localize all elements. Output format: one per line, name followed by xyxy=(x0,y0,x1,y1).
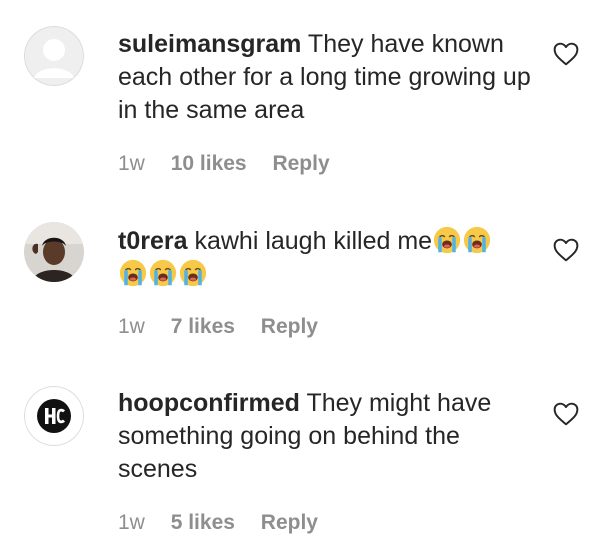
comment-meta: 1w 10 likes Reply xyxy=(118,152,330,176)
comment-meta: 1w 7 likes Reply xyxy=(118,315,318,339)
comment-username[interactable]: hoopconfirmed xyxy=(118,389,300,417)
heart-outline-icon[interactable] xyxy=(553,238,579,262)
reply-button[interactable]: Reply xyxy=(272,152,329,175)
comment-meta: 1w 5 likes Reply xyxy=(118,511,318,535)
hc-logo-icon xyxy=(24,386,84,446)
comment-body: t0rera kawhi laugh killed me xyxy=(118,225,548,291)
comment-item: suleimansgram They have known each other… xyxy=(0,0,613,185)
profile-photo xyxy=(24,222,84,282)
loudly-crying-face-icon xyxy=(179,259,207,287)
comment-text: kawhi laugh killed me xyxy=(194,227,433,255)
comment-body: hoopconfirmed They might have something … xyxy=(118,387,538,486)
reply-button[interactable]: Reply xyxy=(261,511,318,534)
comment-username[interactable]: t0rera xyxy=(118,227,188,255)
loudly-crying-face-icon xyxy=(463,226,491,254)
avatar[interactable] xyxy=(24,222,84,282)
avatar[interactable] xyxy=(24,26,84,86)
comment-item: t0rera kawhi laugh killed me 1w 7 likes … xyxy=(0,185,613,355)
default-avatar-icon xyxy=(24,26,84,86)
loudly-crying-face-icon xyxy=(119,259,147,287)
heart-outline-icon[interactable] xyxy=(553,402,579,426)
comment-likes[interactable]: 5 likes xyxy=(171,511,235,534)
comment-likes[interactable]: 10 likes xyxy=(171,152,247,175)
comment-time[interactable]: 1w xyxy=(118,152,145,175)
heart-outline-icon[interactable] xyxy=(553,42,579,66)
comment-username[interactable]: suleimansgram xyxy=(118,30,301,58)
comment-time[interactable]: 1w xyxy=(118,511,145,534)
comment-item: hoopconfirmed They might have something … xyxy=(0,355,613,556)
avatar[interactable] xyxy=(24,386,84,446)
loudly-crying-face-icon xyxy=(149,259,177,287)
comment-body: suleimansgram They have known each other… xyxy=(118,28,538,127)
comment-time[interactable]: 1w xyxy=(118,315,145,338)
loudly-crying-face-icon xyxy=(433,226,461,254)
reply-button[interactable]: Reply xyxy=(261,315,318,338)
comment-likes[interactable]: 7 likes xyxy=(171,315,235,338)
